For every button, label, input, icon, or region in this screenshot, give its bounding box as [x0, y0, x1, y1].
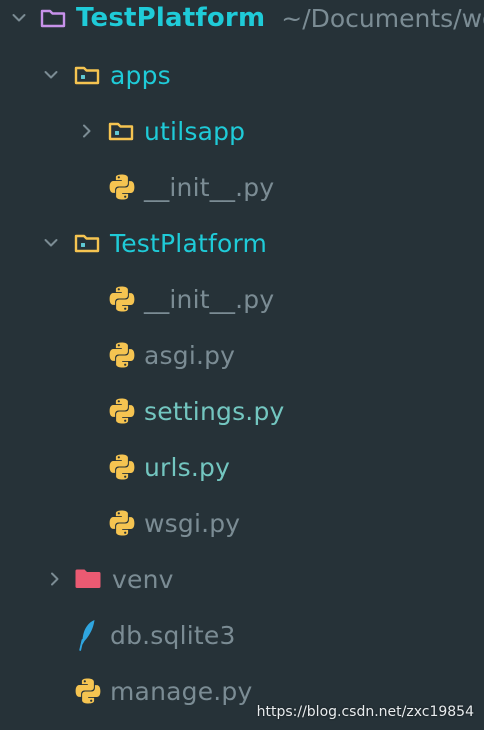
root-folder-label: TestPlatform [76, 3, 266, 33]
tree-item-testplatform[interactable]: TestPlatform [0, 215, 484, 271]
python-icon [108, 285, 136, 313]
folder-label: apps [110, 60, 171, 90]
file-label: urls.py [144, 452, 231, 482]
folder-label: TestPlatform [110, 228, 268, 258]
python-icon [108, 509, 136, 537]
tree-item-file[interactable]: wsgi.py [0, 495, 484, 551]
chevron-down-icon[interactable] [44, 65, 58, 85]
tree-item-file[interactable]: __init__.py [0, 159, 484, 215]
folder-label: venv [112, 564, 174, 594]
python-icon [108, 453, 136, 481]
root-folder-path: ~/Documents/wo [281, 3, 484, 33]
file-label: db.sqlite3 [110, 620, 236, 650]
tree-item-utilsapp[interactable]: utilsapp [0, 103, 484, 159]
folder-module-icon [74, 233, 100, 253]
chevron-right-icon[interactable] [80, 121, 94, 141]
folder-venv-icon [74, 568, 102, 590]
project-tree: TestPlatform ~/Documents/wo apps utilsap… [0, 0, 484, 730]
folder-module-icon [108, 121, 134, 141]
folder-open-icon [40, 8, 66, 28]
tree-item-file[interactable]: __init__.py [0, 271, 484, 327]
tree-item-file[interactable]: db.sqlite3 [0, 607, 484, 663]
tree-item-file[interactable]: urls.py [0, 439, 484, 495]
sqlite-feather-icon [78, 618, 98, 652]
file-label: __init__.py [144, 172, 275, 202]
file-label: wsgi.py [144, 508, 241, 538]
file-label: __init__.py [144, 284, 275, 314]
folder-label: utilsapp [144, 116, 246, 146]
file-label: manage.py [110, 676, 253, 706]
tree-item-venv[interactable]: venv [0, 551, 484, 607]
tree-item-file[interactable]: settings.py [0, 383, 484, 439]
chevron-down-icon[interactable] [44, 233, 58, 253]
tree-item-file[interactable]: asgi.py [0, 327, 484, 383]
file-label: settings.py [144, 396, 285, 426]
python-icon [108, 341, 136, 369]
watermark: https://blog.csdn.net/zxc19854 [256, 704, 474, 720]
tree-item-apps[interactable]: apps [0, 47, 484, 103]
chevron-right-icon[interactable] [48, 569, 62, 589]
chevron-down-icon[interactable] [12, 8, 26, 28]
python-icon [108, 397, 136, 425]
python-icon [108, 173, 136, 201]
folder-module-icon [74, 65, 100, 85]
tree-root[interactable]: TestPlatform ~/Documents/wo [0, 0, 484, 46]
python-icon [74, 677, 102, 705]
file-label: asgi.py [144, 340, 236, 370]
